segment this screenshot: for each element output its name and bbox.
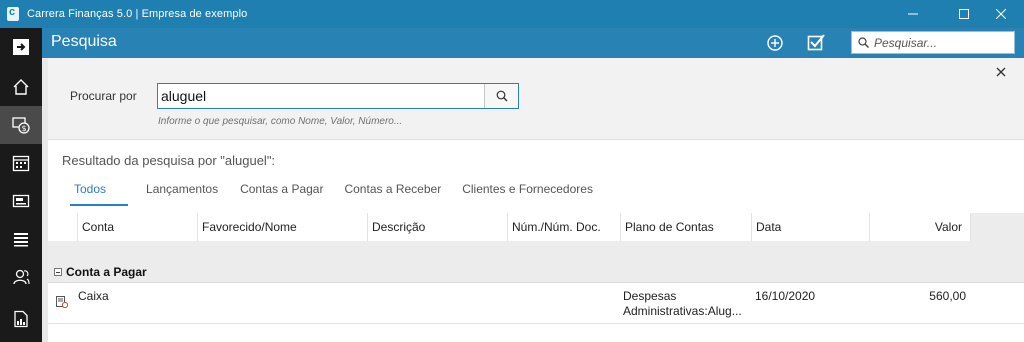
tab-contas-a-receber[interactable]: Contas a Receber — [344, 180, 441, 202]
calendar-icon — [12, 155, 30, 172]
tab-todos[interactable]: Todos — [69, 180, 129, 206]
results-title: Resultado da pesquisa por "aluguel": — [62, 153, 276, 168]
search-icon — [858, 37, 869, 48]
sidebar-item-charts[interactable] — [0, 300, 42, 338]
sidebar-item-exit[interactable] — [0, 28, 42, 66]
window-title: Carrera Finanças 5.0 | Empresa de exempl… — [27, 8, 248, 20]
column-header-filler — [970, 213, 1024, 241]
chart-doc-icon — [14, 310, 28, 328]
sidebar: $ — [0, 28, 42, 342]
close-window-button[interactable] — [978, 0, 1024, 28]
search-panel: Procurar por Informe o que pesquisar, co… — [48, 58, 1024, 140]
close-icon[interactable] — [996, 67, 1006, 77]
sidebar-item-reports[interactable] — [0, 220, 42, 258]
column-header-plano[interactable]: Plano de Contas — [620, 213, 751, 241]
minimize-icon — [908, 13, 918, 15]
group-label: Conta a Pagar — [66, 265, 147, 279]
tab-contas-a-pagar[interactable]: Contas a Pagar — [240, 180, 323, 202]
global-search-field[interactable] — [851, 31, 1015, 54]
checkbox-icon[interactable] — [807, 34, 825, 52]
global-search-input[interactable] — [874, 35, 1004, 50]
card-icon — [12, 194, 30, 208]
column-header-descricao[interactable]: Descrição — [367, 213, 507, 241]
tab-clientes-fornecedores[interactable]: Clientes e Fornecedores — [462, 180, 593, 202]
group-row[interactable]: Conta a Pagar — [48, 261, 1024, 283]
search-box[interactable] — [157, 83, 519, 109]
sidebar-item-home[interactable] — [0, 68, 42, 106]
column-header-valor[interactable]: Valor — [869, 213, 970, 241]
exit-icon — [13, 39, 29, 55]
search-label: Procurar por — [70, 89, 137, 103]
sidebar-item-contacts[interactable] — [0, 258, 42, 296]
maximize-icon — [959, 9, 969, 19]
search-hint: Informe o que pesquisar, como Nome, Valo… — [158, 116, 403, 127]
sidebar-item-calendar[interactable] — [0, 144, 42, 182]
tab-lancamentos[interactable]: Lançamentos — [146, 180, 218, 202]
results-tabs: Todos Lançamentos Contas a Pagar Contas … — [62, 180, 593, 206]
search-button[interactable] — [484, 84, 518, 108]
column-header-favorecido[interactable]: Favorecido/Nome — [197, 213, 367, 241]
table-row[interactable]: Caixa Despesas Administrativas:Alug... 1… — [48, 284, 1024, 324]
money-icon: $ — [12, 117, 30, 134]
search-input[interactable] — [158, 84, 484, 108]
people-icon — [13, 269, 30, 285]
close-icon — [996, 9, 1006, 19]
svg-text:$: $ — [21, 124, 26, 133]
title-bar: Carrera Finanças 5.0 | Empresa de exempl… — [0, 0, 1024, 28]
cell-valor: 560,00 — [929, 289, 966, 303]
search-icon — [496, 90, 507, 102]
collapse-icon[interactable] — [54, 268, 62, 276]
bill-payable-icon — [56, 296, 68, 308]
column-header-conta[interactable]: Conta — [77, 213, 197, 241]
cell-plano-line1: Despesas — [623, 289, 677, 303]
list-icon — [14, 233, 28, 247]
column-header-data[interactable]: Data — [751, 213, 869, 241]
page-header: Pesquisa — [42, 28, 1024, 58]
cell-conta: Caixa — [78, 289, 109, 303]
add-circle-icon[interactable] — [766, 34, 784, 52]
search-page: Procurar por Informe o que pesquisar, co… — [42, 58, 1024, 342]
cell-data: 16/10/2020 — [755, 289, 816, 303]
cell-plano-line2: Administrativas:Alug... — [623, 304, 742, 318]
sidebar-item-finance[interactable]: $ — [0, 106, 42, 144]
app-logo-icon — [7, 6, 19, 21]
minimize-button[interactable] — [890, 0, 936, 28]
group-panel — [48, 241, 1024, 261]
home-icon — [13, 79, 29, 95]
sidebar-item-cards[interactable] — [0, 182, 42, 220]
page-title: Pesquisa — [51, 33, 117, 50]
column-header-numero[interactable]: Núm./Núm. Doc. — [507, 213, 620, 241]
table-header: Conta Favorecido/Nome Descrição Núm./Núm… — [48, 213, 1024, 241]
